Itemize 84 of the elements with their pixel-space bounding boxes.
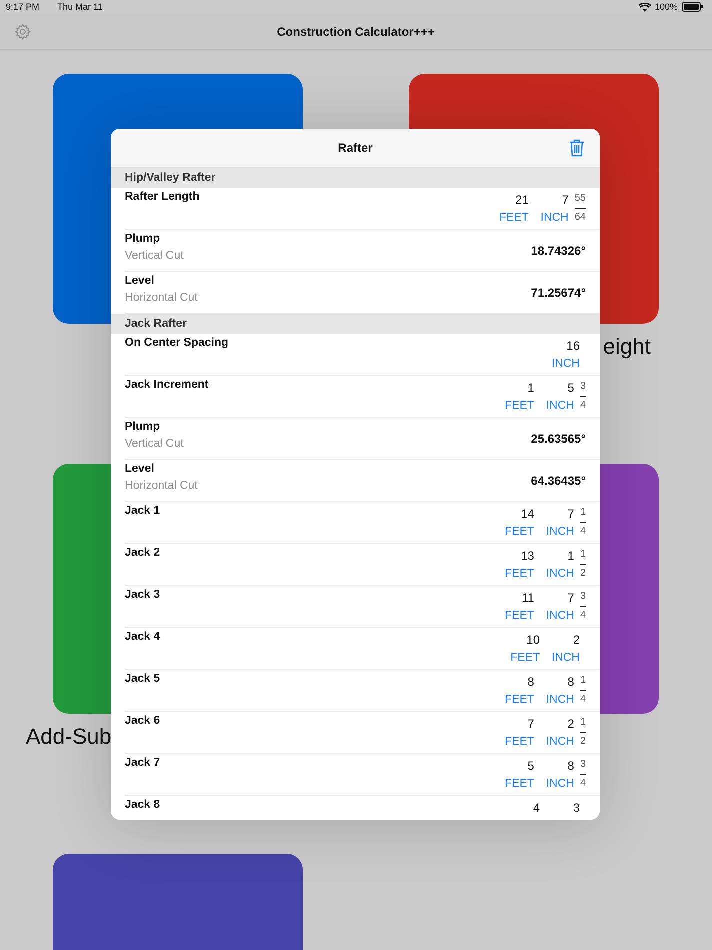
feet-unit: FEET [505, 610, 534, 622]
row-subtitle: Horizontal Cut [125, 480, 198, 492]
feet-unit: FEET [499, 212, 529, 224]
settings-icon[interactable] [14, 23, 32, 41]
angle-value: 25.63565° [531, 432, 586, 446]
inch-unit: INCH [552, 652, 580, 664]
feet-value: 1 [528, 380, 534, 394]
inch-value: 7 [568, 590, 574, 604]
row-title: Jack 1 [125, 505, 160, 517]
inch-fraction: 1 2 [580, 548, 586, 580]
inch-value: 5 [568, 380, 574, 394]
inch-unit: INCH [552, 358, 580, 370]
inch-unit: INCH [546, 778, 574, 790]
row-subtitle: Horizontal Cut [125, 292, 198, 304]
popup-title: Rafter [338, 141, 373, 155]
battery-percent: 100% [654, 2, 678, 12]
trash-icon[interactable] [569, 139, 585, 157]
inch-value: 8 [568, 674, 574, 688]
inch-fraction: 3 4 [580, 590, 586, 622]
inch-unit: INCH [540, 212, 569, 224]
inch-unit: INCH [546, 526, 574, 538]
inch-fraction: 1 4 [580, 674, 586, 706]
inch-unit: INCH [546, 400, 574, 412]
feet-unit: FEET [505, 526, 534, 538]
feet-value: 21 [516, 192, 529, 206]
inch-unit: INCH [546, 568, 574, 580]
status-time: 9:17 PM [6, 2, 40, 12]
row-title: Jack 8 [125, 799, 160, 811]
angle-value: 71.25674° [531, 286, 586, 300]
app-title: Construction Calculator+++ [277, 24, 435, 38]
row-title: Jack 5 [125, 673, 160, 685]
row-title: Jack 4 [125, 631, 160, 643]
inch-fraction: 3 4 [580, 758, 586, 790]
angle-value: 18.74326° [531, 244, 586, 258]
feet-unit: FEET [505, 778, 534, 790]
feet-value: 7 [528, 716, 534, 730]
inch-value: 7 [562, 192, 569, 206]
inch-value: 16 [566, 338, 580, 352]
row-title: Jack 2 [125, 547, 160, 559]
feet-unit: FEET [505, 694, 534, 706]
feet-value: 10 [526, 632, 540, 646]
tile-label: Add-Sub [26, 724, 112, 750]
row-title: Level [125, 463, 156, 475]
feet-value: 13 [521, 548, 534, 562]
feet-unit: FEET [505, 568, 534, 580]
row-title: Rafter Length [125, 191, 200, 203]
row-title: Jack 6 [125, 715, 160, 727]
row-title: On Center Spacing [125, 337, 229, 349]
inch-fraction: 1 4 [580, 506, 586, 538]
feet-value: 11 [522, 590, 534, 604]
inch-unit: INCH [546, 610, 574, 622]
row-title: Plump [125, 421, 162, 433]
tile-label: eight [603, 334, 651, 360]
inch-value: 3 [573, 800, 580, 814]
section-header: Jack Rafter [111, 314, 600, 334]
inch-unit: INCH [546, 694, 574, 706]
inch-value: 2 [573, 632, 580, 646]
feet-value: 14 [521, 506, 534, 520]
status-date: Thu Mar 11 [58, 2, 103, 12]
row-title: Jack Increment [125, 379, 209, 391]
angle-value: 64.36435° [531, 474, 586, 488]
row-title: Plump [125, 233, 162, 245]
row-title: Jack 3 [125, 589, 160, 601]
row-title: Jack 7 [125, 757, 160, 769]
row-title: Level [125, 275, 156, 287]
row-subtitle: Vertical Cut [125, 438, 184, 450]
wifi-icon [638, 2, 651, 12]
inch-value: 7 [568, 506, 574, 520]
feet-value: 4 [533, 800, 540, 814]
inch-fraction: 55 64 [574, 192, 586, 224]
feet-unit: FEET [505, 400, 534, 412]
inch-value: 1 [568, 548, 574, 562]
inch-value: 2 [568, 716, 574, 730]
inch-unit: INCH [546, 736, 574, 748]
section-header: Hip/Valley Rafter [111, 168, 600, 188]
inch-fraction: 1 2 [580, 716, 586, 748]
feet-unit: FEET [510, 652, 540, 664]
battery-icon [682, 2, 704, 12]
row-subtitle: Vertical Cut [125, 250, 184, 262]
feet-value: 8 [528, 674, 534, 688]
feet-value: 5 [528, 758, 534, 772]
inch-fraction: 3 4 [580, 380, 586, 412]
inch-value: 8 [568, 758, 574, 772]
feet-unit: FEET [505, 736, 534, 748]
